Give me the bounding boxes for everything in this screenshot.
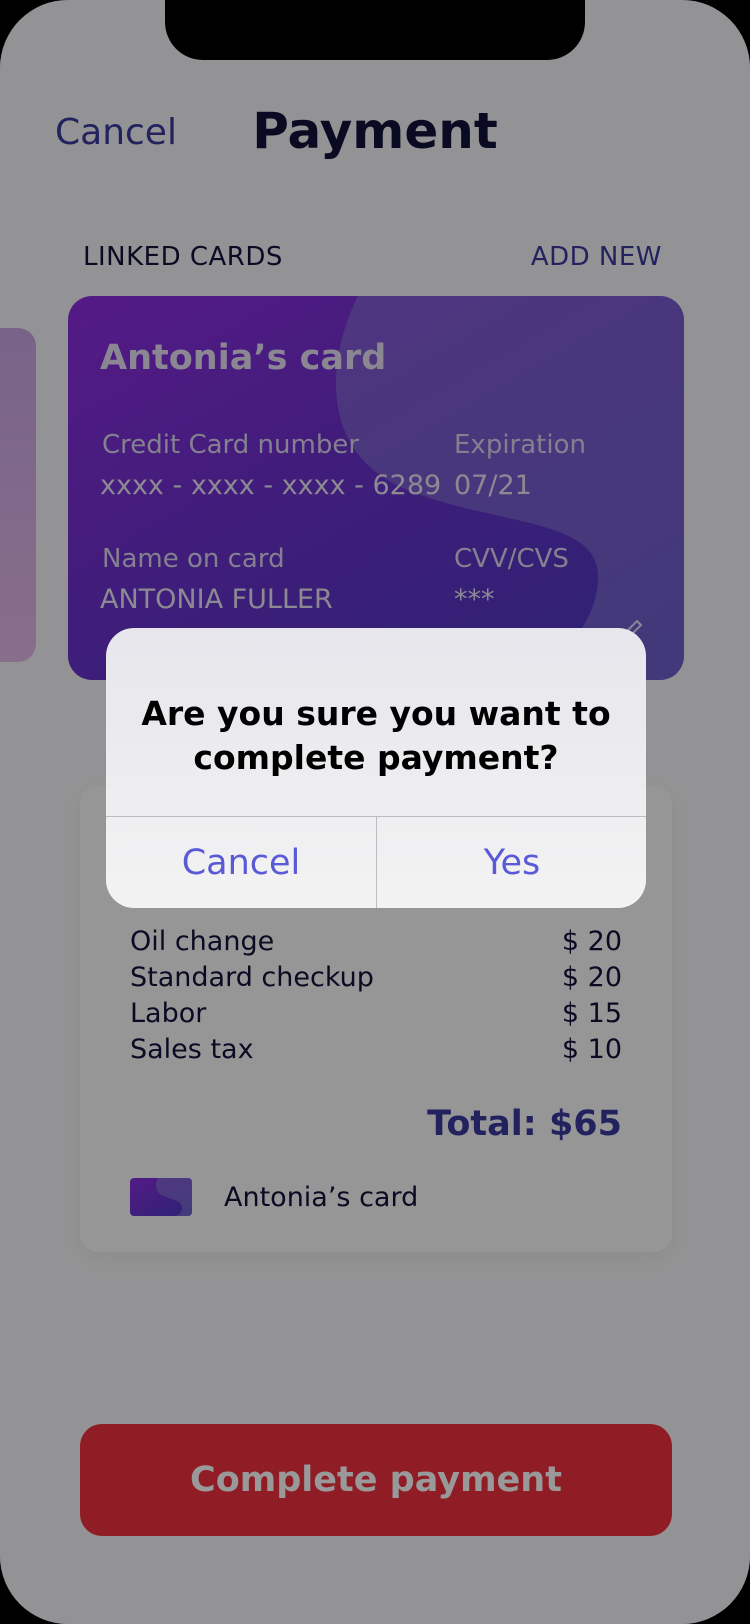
dialog-cancel-button[interactable]: Cancel: [106, 817, 376, 908]
dialog-yes-button[interactable]: Yes: [377, 817, 646, 908]
phone-screen: Cancel Payment LINKED CARDS ADD NEW Anto…: [0, 0, 750, 1624]
device-notch: [165, 0, 585, 60]
confirm-dialog: Are you sure you want to complete paymen…: [106, 628, 646, 908]
dialog-message: Are you sure you want to complete paymen…: [141, 694, 611, 777]
